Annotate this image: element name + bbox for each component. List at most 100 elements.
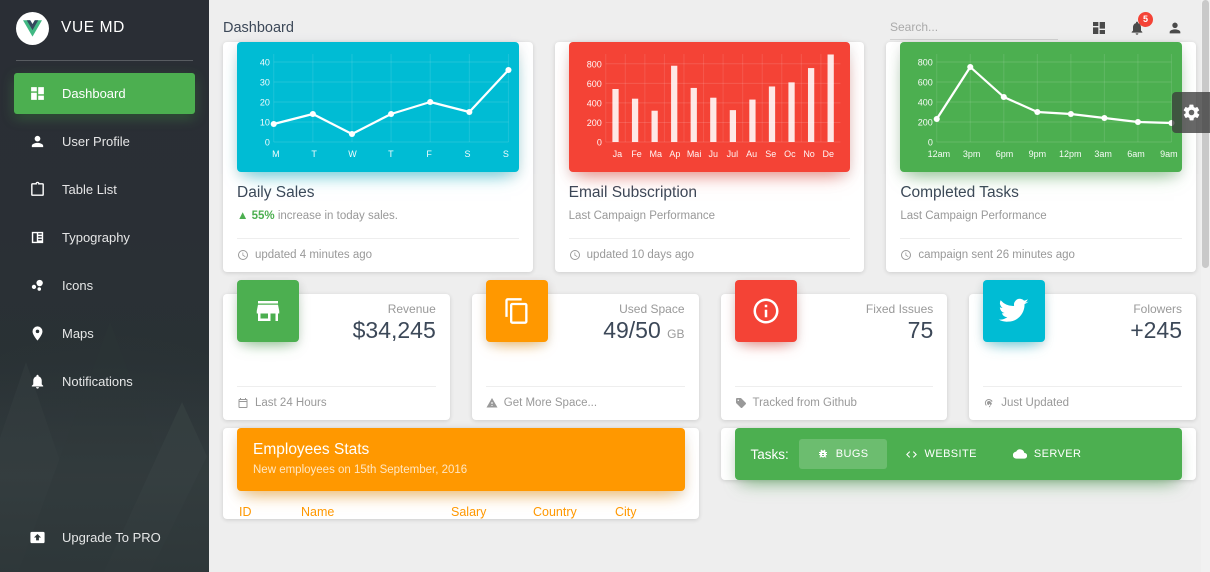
- gear-icon: [1182, 103, 1201, 122]
- card-footer[interactable]: Get More Space...: [485, 386, 685, 420]
- tab-label: WEBSITE: [924, 448, 977, 461]
- stat-unit: GB: [667, 327, 685, 342]
- twitter-icon: [983, 280, 1046, 343]
- sidebar-item-label: Table List: [62, 182, 117, 197]
- sidebar-item-label: Upgrade To PRO: [62, 530, 161, 545]
- svg-text:S: S: [503, 149, 509, 159]
- info-outline-icon: [734, 280, 797, 343]
- svg-text:200: 200: [918, 118, 933, 128]
- svg-text:800: 800: [918, 58, 933, 68]
- sidebar-item-label: Maps: [62, 326, 94, 341]
- calendar-icon: [237, 397, 249, 409]
- completed-tasks-card: 0 200 400 600 800 12am 3pm 6pm 9pm 12pm 3am 6am 9am …: [886, 42, 1196, 273]
- daily-sales-labels: 0 10 20 30 40 M T W T F S S: [260, 58, 509, 160]
- sidebar-item-typography[interactable]: Typography: [14, 217, 195, 258]
- email-subscription-chart[interactable]: 0 200 400 600 800 Ja Fe Ma Ap Mai Ju Jul Au Se Oc No De: [568, 42, 851, 172]
- card-subtitle: ▲ 55% increase in today sales.: [237, 208, 519, 224]
- sidebar-item-table-list[interactable]: Table List: [14, 169, 195, 210]
- sidebar-item-label: User Profile: [62, 134, 130, 149]
- tab-bugs[interactable]: BUGS: [798, 439, 887, 470]
- charts-row: 0 10 20 30 40 M T W T F S S Daily Sales ▲ 55% incre…: [212, 42, 1207, 294]
- sidebar-item-user-profile[interactable]: User Profile: [14, 121, 195, 162]
- settings-panel-toggle[interactable]: [1172, 92, 1210, 133]
- main-panel: Dashboard 5: [209, 0, 1210, 572]
- stat-value: $34,245: [353, 316, 436, 345]
- clock-icon: [900, 249, 912, 261]
- revenue-col: Revenue $34,245 Last 24 Hours: [212, 280, 461, 442]
- bubble-chart-icon: [26, 275, 48, 297]
- sidebar-nav: Dashboard User Profile Table List Typogr…: [0, 61, 209, 402]
- card-footer: Just Updated: [983, 386, 1182, 420]
- tab-server[interactable]: SERVER: [995, 438, 1099, 470]
- tasks-banner: Tasks: BUGS WEBSITE SERVER: [734, 428, 1182, 481]
- svg-text:W: W: [348, 149, 357, 159]
- refresh-icon: [983, 397, 995, 409]
- followers-col: Folowers +245 Just Updated: [958, 280, 1207, 442]
- card-subtitle: Last Campaign Performance: [900, 210, 1047, 222]
- person-icon: [26, 131, 48, 153]
- page-scrollbar[interactable]: [1201, 0, 1210, 572]
- email-subscription-card: 0 200 400 600 800 Ja Fe Ma Ap Mai Ju Jul Au Se Oc No De …: [554, 42, 865, 273]
- search-input[interactable]: [890, 16, 1058, 37]
- card-footer-text: campaign sent 26 minutes ago: [918, 249, 1075, 262]
- dashboard-content: 0 10 20 30 40 M T W T F S S Daily Sales ▲ 55% incre…: [209, 42, 1210, 541]
- svg-text:9am: 9am: [1160, 149, 1178, 159]
- store-icon: [237, 280, 299, 343]
- sidebar-upgrade-section: Upgrade To PRO: [14, 517, 195, 558]
- sidebar-item-maps[interactable]: Maps: [14, 313, 195, 354]
- employees-col: Employees Stats New employees on 15th Se…: [212, 428, 710, 541]
- svg-text:Ap: Ap: [669, 149, 680, 159]
- card-footer: campaign sent 26 minutes ago: [900, 238, 1182, 272]
- employees-table: ID Name Salary Country City: [223, 491, 699, 519]
- tab-website[interactable]: WEBSITE: [887, 439, 995, 470]
- tag-icon: [735, 397, 747, 409]
- clock-icon: [237, 249, 249, 261]
- card-footer: Tracked from Github: [734, 386, 934, 420]
- sidebar-item-icons[interactable]: Icons: [14, 265, 195, 306]
- svg-text:3pm: 3pm: [963, 149, 981, 159]
- fixed-issues-col: Fixed Issues 75 Tracked from Github: [710, 280, 959, 442]
- completed-tasks-chart[interactable]: 0 200 400 600 800 12am 3pm 6pm 9pm 12pm 3am 6am 9am: [900, 42, 1182, 172]
- sidebar-item-dashboard[interactable]: Dashboard: [14, 73, 195, 114]
- typography-icon: [26, 227, 48, 249]
- svg-text:0: 0: [596, 138, 601, 148]
- svg-text:200: 200: [586, 118, 601, 128]
- revenue-card: Revenue $34,245 Last 24 Hours: [223, 280, 450, 421]
- card-footer-text: Last 24 Hours: [255, 397, 327, 410]
- stat-number: $34,245: [352, 317, 436, 344]
- sidebar-brand[interactable]: VUE MD: [0, 0, 209, 56]
- svg-text:M: M: [272, 149, 280, 159]
- card-footer-text: Tracked from Github: [752, 397, 857, 410]
- fixed-issues-card: Fixed Issues 75 Tracked from Github: [720, 280, 948, 421]
- bell-icon: [26, 371, 48, 393]
- bug-icon: [817, 448, 829, 460]
- stat-label: Folowers: [1133, 302, 1182, 317]
- daily-sales-chart[interactable]: 0 10 20 30 40 M T W T F S S: [237, 42, 519, 172]
- svg-text:T: T: [388, 149, 394, 159]
- stats-row: Revenue $34,245 Last 24 Hours Used Space…: [212, 280, 1207, 442]
- table-column-header: Name: [301, 505, 335, 520]
- cloud-icon: [1012, 447, 1027, 461]
- sidebar-item-notifications[interactable]: Notifications: [14, 361, 195, 402]
- followers-card: Folowers +245 Just Updated: [969, 280, 1196, 421]
- bottom-row: Employees Stats New employees on 15th Se…: [212, 428, 1208, 541]
- brand-name: VUE MD: [61, 19, 125, 36]
- tasks-card: Tasks: BUGS WEBSITE SERVER: [720, 428, 1196, 481]
- tasks-col: Tasks: BUGS WEBSITE SERVER: [710, 428, 1208, 541]
- tasks-label: Tasks:: [750, 446, 789, 462]
- svg-text:0: 0: [265, 138, 270, 148]
- stat-label: Revenue: [387, 302, 436, 317]
- svg-text:6pm: 6pm: [996, 149, 1014, 159]
- svg-text:3am: 3am: [1095, 149, 1113, 159]
- sidebar-item-upgrade-to-pro[interactable]: Upgrade To PRO: [14, 517, 195, 558]
- svg-text:Oc: Oc: [784, 149, 796, 159]
- svg-text:Au: Au: [746, 149, 757, 159]
- card-footer-text: Just Updated: [1001, 397, 1070, 410]
- search-field[interactable]: [890, 16, 1058, 40]
- svg-text:600: 600: [586, 79, 601, 89]
- card-footer: updated 10 days ago: [568, 238, 851, 272]
- card-title: Email Subscription: [568, 184, 698, 201]
- card-title: Completed Tasks: [900, 184, 1019, 201]
- scrollbar-thumb[interactable]: [1202, 0, 1209, 268]
- increase-percent: 55%: [251, 210, 275, 222]
